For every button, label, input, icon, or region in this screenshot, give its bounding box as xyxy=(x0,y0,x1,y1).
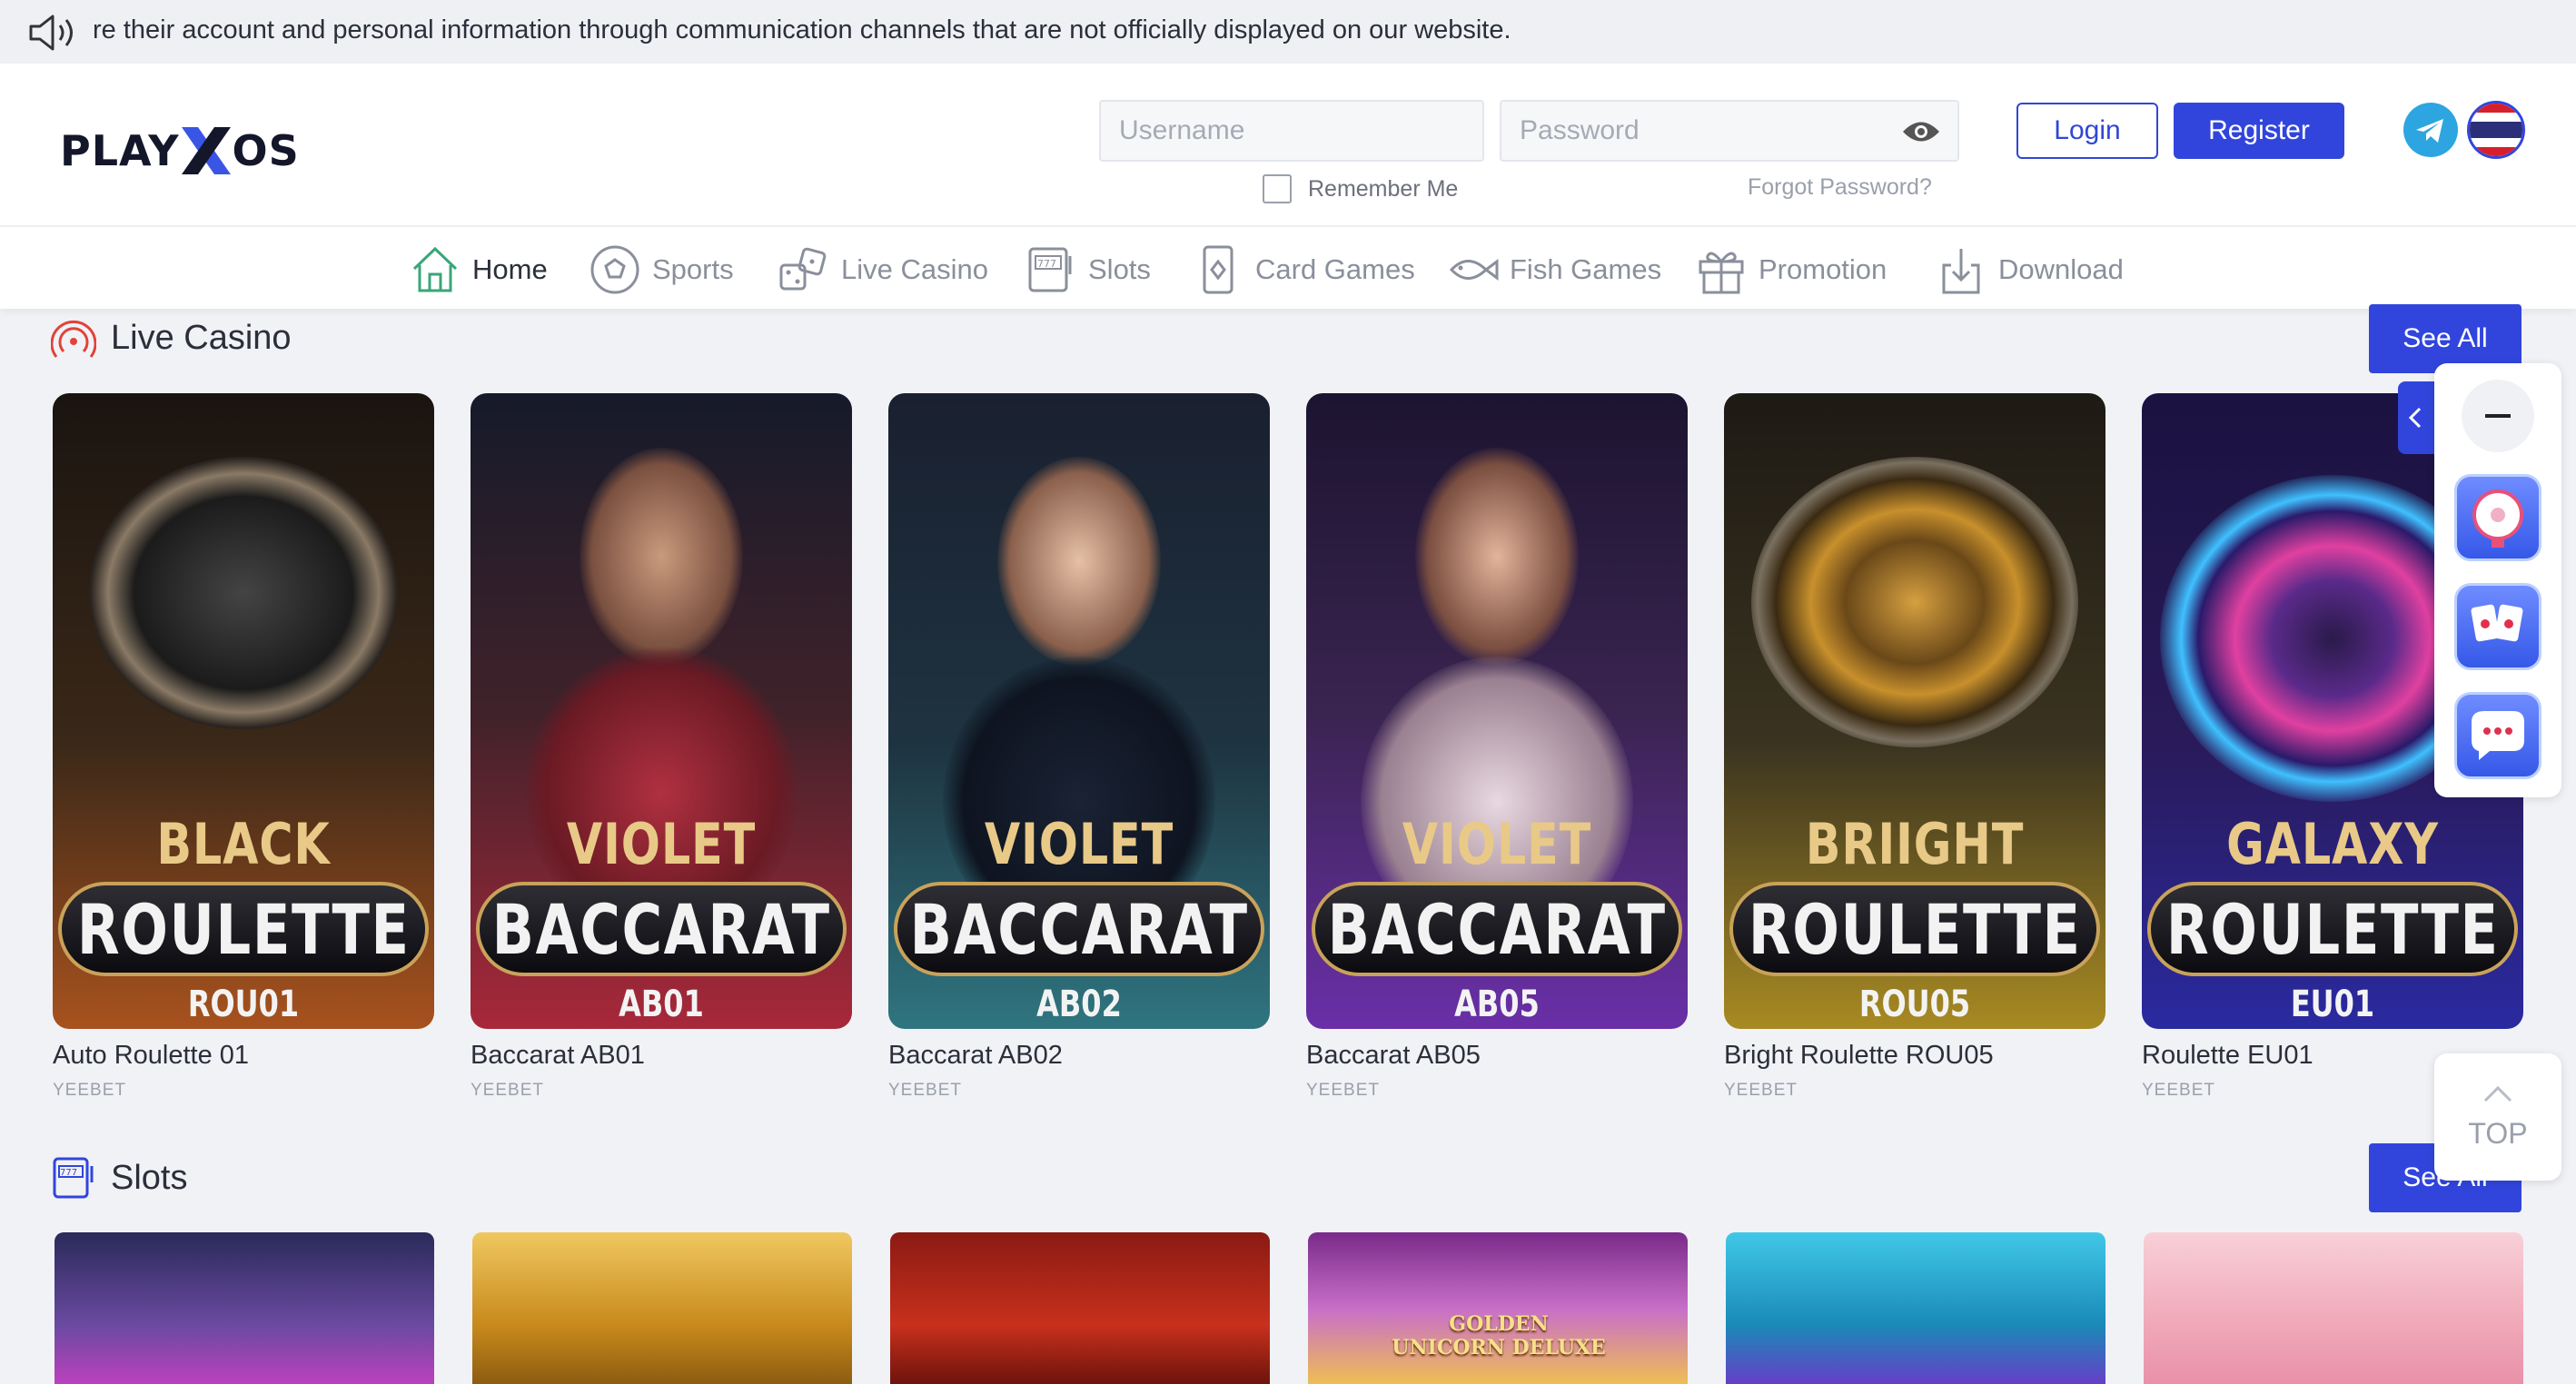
fish-icon xyxy=(1449,259,1499,281)
game-card[interactable]: VIOLET BACCARAT AB02 xyxy=(888,393,1270,1029)
game-provider: YEEBET xyxy=(2142,1081,2215,1100)
game-provider: YEEBET xyxy=(53,1081,126,1100)
speaker-icon[interactable] xyxy=(27,13,78,53)
side-panel-collapse-tab[interactable] xyxy=(2398,381,2434,454)
card-icon xyxy=(1203,245,1234,294)
telegram-icon[interactable] xyxy=(2403,103,2458,157)
header: PLAY OS Username Password Remember Me Fo… xyxy=(0,64,2576,225)
slot-title-text: GOLDEN UNICORN DELUXE xyxy=(1392,1312,1606,1359)
live-casino-heading: Live Casino xyxy=(51,315,292,361)
floating-side-panel xyxy=(2434,363,2561,797)
game-name[interactable]: Roulette EU01 xyxy=(2142,1041,2313,1071)
password-input[interactable]: Password xyxy=(1500,100,1959,162)
slot-machine-icon: 777 xyxy=(53,1157,94,1199)
download-icon xyxy=(1942,249,1980,294)
nav-promotion[interactable]: Promotion xyxy=(1695,243,1887,296)
gift-icon xyxy=(1699,252,1744,294)
nav-slots[interactable]: 777 Slots xyxy=(1025,243,1151,296)
game-provider: YEEBET xyxy=(1724,1081,1798,1100)
nav-home[interactable]: Home xyxy=(409,243,548,296)
game-card[interactable]: BRIIGHT ROULETTE ROU05 xyxy=(1724,393,2105,1029)
game-thumbnail xyxy=(1724,393,2105,865)
thai-flag-icon[interactable] xyxy=(2467,101,2525,159)
nav-download[interactable]: Download xyxy=(1935,243,2124,296)
game-card[interactable]: BLACK ROULETTE ROU01 xyxy=(53,393,434,1029)
playxos-logo[interactable]: PLAY OS xyxy=(60,124,300,178)
slot-game-thumbnail[interactable] xyxy=(54,1232,434,1384)
live-chat-icon[interactable] xyxy=(2454,692,2541,779)
game-name[interactable]: Auto Roulette 01 xyxy=(53,1041,249,1071)
game-card[interactable]: VIOLET BACCARAT AB01 xyxy=(471,393,852,1029)
svg-text:777: 777 xyxy=(1037,258,1056,270)
nav-sports[interactable]: Sports xyxy=(589,243,734,296)
game-provider: YEEBET xyxy=(1306,1081,1380,1100)
chevron-up-icon xyxy=(2483,1085,2512,1102)
game-thumbnail xyxy=(888,393,1270,947)
logo-x-mark xyxy=(178,124,234,178)
soccer-ball-icon xyxy=(590,245,639,294)
nav-fish-games[interactable]: Fish Games xyxy=(1446,243,1661,296)
nav-live-casino[interactable]: Live Casino xyxy=(778,243,988,296)
minimize-button[interactable] xyxy=(2462,380,2534,452)
game-thumbnail xyxy=(471,393,852,938)
forgot-password-link[interactable]: Forgot Password? xyxy=(1748,174,1932,201)
eye-icon[interactable] xyxy=(1901,118,1941,145)
game-provider: YEEBET xyxy=(888,1081,962,1100)
nav-card-games[interactable]: Card Games xyxy=(1192,243,1415,296)
register-button[interactable]: Register xyxy=(2174,103,2344,159)
slot-game-thumbnail[interactable] xyxy=(472,1232,852,1384)
live-signal-icon xyxy=(51,320,96,358)
game-name[interactable]: Baccarat AB02 xyxy=(888,1041,1063,1071)
game-card[interactable]: VIOLET BACCARAT AB05 xyxy=(1306,393,1688,1029)
game-name[interactable]: Baccarat AB05 xyxy=(1306,1041,1481,1071)
slots-heading: 777 Slots xyxy=(51,1155,187,1201)
game-thumbnail xyxy=(1306,393,1688,947)
main-nav: Home Sports Live Casino 777 Slots Card G… xyxy=(0,225,2576,309)
game-name[interactable]: Bright Roulette ROU05 xyxy=(1724,1041,1994,1071)
home-icon xyxy=(412,246,458,292)
slot-machine-icon: 777 xyxy=(1028,247,1072,292)
announcement-bar: re their account and personal informatio… xyxy=(0,0,2576,64)
slot-game-thumbnail[interactable]: GOLDEN UNICORN DELUXE xyxy=(1308,1232,1688,1384)
username-input[interactable]: Username xyxy=(1099,100,1484,162)
lucky-wheel-icon[interactable] xyxy=(2454,474,2541,561)
remember-checkbox[interactable] xyxy=(1263,174,1292,203)
chevron-left-icon xyxy=(2408,407,2422,429)
login-button[interactable]: Login xyxy=(2016,103,2158,159)
game-name[interactable]: Baccarat AB01 xyxy=(471,1041,645,1071)
game-provider: YEEBET xyxy=(471,1081,544,1100)
announcement-text: re their account and personal informatio… xyxy=(93,15,1511,44)
slot-game-thumbnail[interactable] xyxy=(1726,1232,2105,1384)
game-thumbnail xyxy=(53,393,434,865)
back-to-top-button[interactable]: TOP xyxy=(2434,1053,2561,1181)
svg-text:777: 777 xyxy=(60,1168,77,1178)
slot-game-thumbnail[interactable] xyxy=(2144,1232,2523,1384)
cards-icon[interactable] xyxy=(2454,583,2541,670)
remember-me[interactable]: Remember Me xyxy=(1263,174,1458,203)
dice-icon xyxy=(779,247,827,291)
slot-game-thumbnail[interactable] xyxy=(890,1232,1270,1384)
